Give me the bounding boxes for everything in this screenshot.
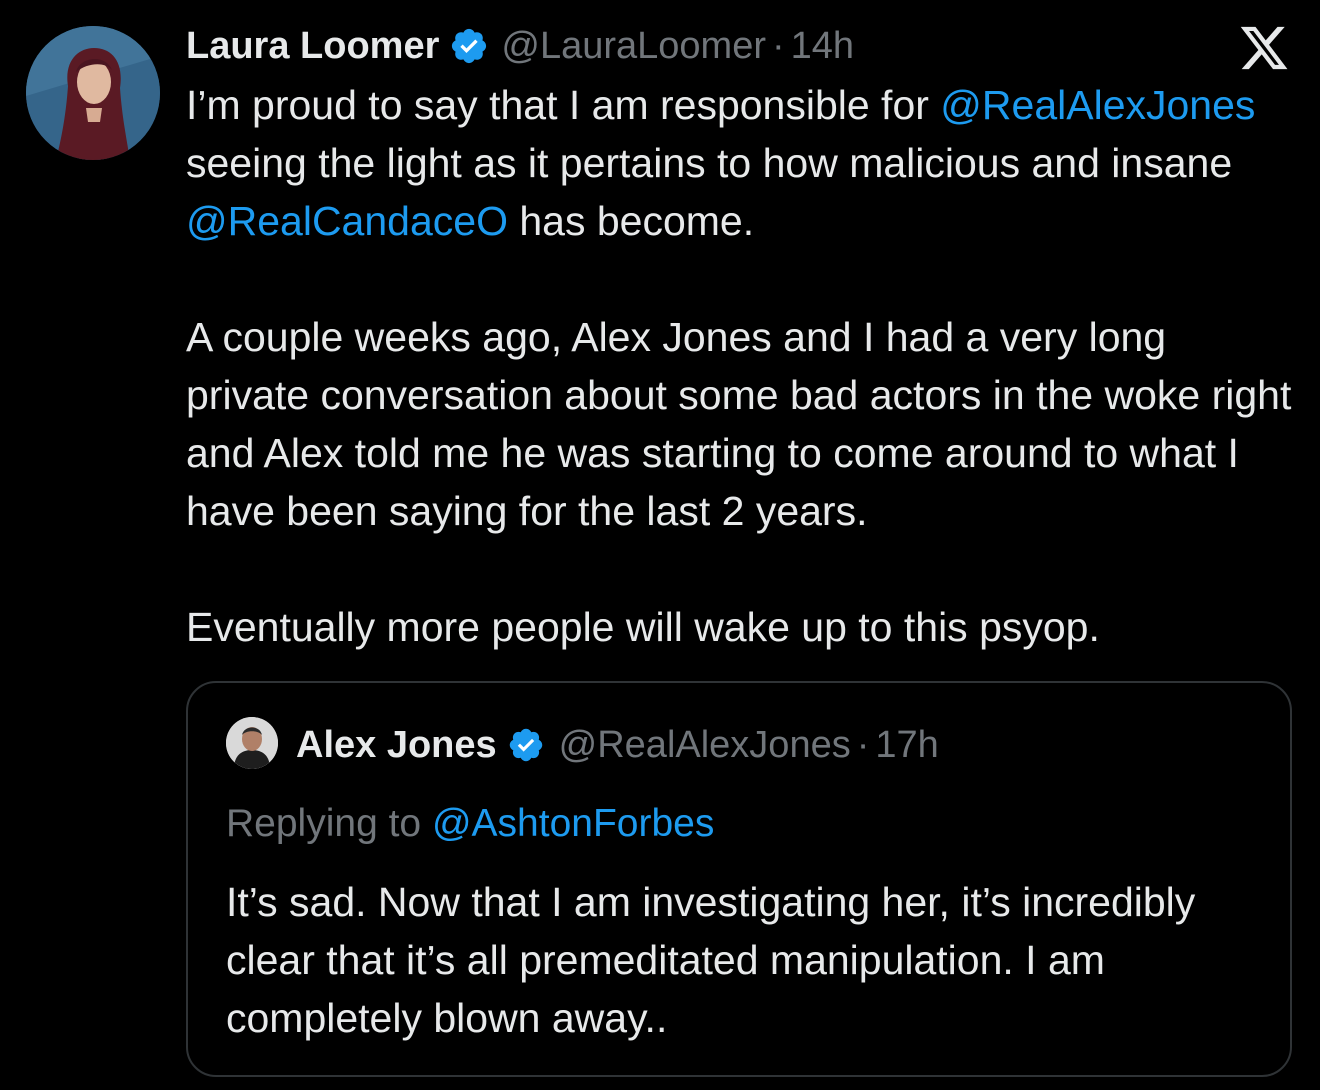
mention-realalexjones[interactable]: @RealAlexJones (940, 82, 1255, 128)
tweet-timestamp[interactable]: 14h (791, 25, 854, 68)
quoted-header-separator: · (856, 723, 870, 766)
header-separator: · (772, 24, 785, 67)
quoted-author-avatar[interactable] (226, 717, 278, 769)
quoted-tweet[interactable]: Alex Jones @RealAlexJones · 17h Replying… (186, 681, 1292, 1077)
replying-to-line: Replying to @AshtonForbes (226, 799, 714, 849)
tweet-paragraph-2: A couple weeks ago, Alex Jones and I had… (186, 314, 1292, 534)
author-avatar-image (26, 26, 160, 160)
mention-realcandaceo[interactable]: @RealCandaceO (186, 198, 508, 244)
tweet-text: I’m proud to say that I am responsible f… (186, 76, 1296, 656)
tweet[interactable]: Laura Loomer @LauraLoomer · 14h I’m prou… (0, 0, 1320, 1090)
mention-ashtonforbes[interactable]: @AshtonForbes (432, 802, 714, 845)
quoted-tweet-header: Alex Jones @RealAlexJones · 17h (296, 721, 939, 769)
quoted-author-avatar-image (226, 717, 278, 769)
tweet-paragraph-1: I’m proud to say that I am responsible f… (186, 76, 1296, 250)
replying-to-label: Replying to (226, 802, 432, 845)
quoted-author-name[interactable]: Alex Jones (296, 724, 497, 767)
x-logo-icon (1238, 22, 1290, 74)
quoted-author-handle[interactable]: @RealAlexJones (559, 724, 851, 767)
quoted-tweet-text: It’s sad. Now that I am investigating he… (226, 879, 1196, 1041)
author-avatar[interactable] (26, 26, 160, 160)
author-name[interactable]: Laura Loomer (186, 25, 439, 68)
tweet-text-part: seeing the light as it pertains to how m… (186, 140, 1233, 186)
quoted-tweet-timestamp[interactable]: 17h (875, 724, 938, 767)
author-handle[interactable]: @LauraLoomer (501, 25, 766, 68)
verified-badge-icon (507, 726, 545, 764)
tweet-text-part: I’m proud to say that I am responsible f… (186, 82, 941, 128)
verified-badge-icon (449, 26, 489, 66)
tweet-header: Laura Loomer @LauraLoomer · 14h (186, 20, 854, 72)
tweet-text-part: has become. (507, 198, 755, 244)
tweet-paragraph-3: Eventually more people will wake up to t… (186, 604, 1100, 650)
